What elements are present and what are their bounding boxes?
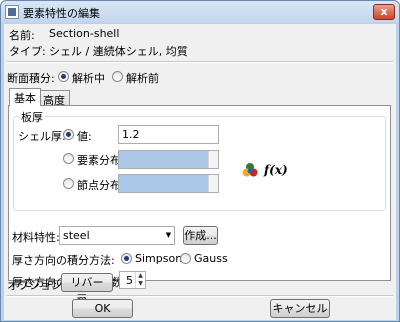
element-distribution-radio[interactable] bbox=[63, 153, 74, 164]
material-label: 材料特性: bbox=[12, 231, 60, 244]
chevron-down-icon[interactable]: ▼ bbox=[163, 227, 174, 244]
integration-rule-label: 厚さ方向の積分方法: bbox=[12, 254, 115, 267]
dialog-body: 名前: Section-shell タイプ: シェル / 連続体シェル, 均質 … bbox=[4, 24, 396, 320]
type-value: シェル / 連続体シェル, 均質 bbox=[49, 45, 188, 58]
element-distribution-field bbox=[118, 150, 219, 169]
gauss-label[interactable]: Gauss bbox=[194, 252, 228, 265]
tab-advanced[interactable]: 高度 bbox=[38, 90, 70, 107]
thickness-group-title: 板厚 bbox=[19, 109, 45, 125]
simpson-radio[interactable] bbox=[121, 253, 132, 264]
name-value: Section-shell bbox=[49, 27, 120, 40]
create-material-button[interactable]: 作成... bbox=[183, 226, 218, 245]
shell-thickness-label: シェル厚: bbox=[18, 130, 66, 143]
footer-separator bbox=[7, 295, 393, 297]
integration-label: 断面積分: bbox=[7, 72, 55, 85]
node-distribution-field bbox=[118, 174, 219, 193]
thickness-value-radio[interactable] bbox=[63, 129, 74, 140]
integration-before-label[interactable]: 解析前 bbox=[126, 70, 159, 86]
rebar-layers-button[interactable]: リバー層... bbox=[61, 273, 113, 306]
options-label: オプション: bbox=[7, 279, 66, 292]
title-bar[interactable]: 要素特性の編集 x bbox=[1, 1, 399, 23]
integration-during-label[interactable]: 解析中 bbox=[72, 70, 105, 86]
gauss-radio[interactable] bbox=[180, 253, 191, 264]
color-balls-icon[interactable] bbox=[242, 162, 258, 178]
spinner-arrows-icon[interactable]: ▲ ▼ bbox=[135, 272, 145, 288]
material-combo[interactable]: steel ▼ bbox=[59, 226, 175, 245]
thickness-value-field[interactable]: 1.2 bbox=[118, 125, 219, 144]
separator bbox=[7, 61, 393, 63]
integration-points-spinner[interactable]: 5 ▲ ▼ bbox=[119, 271, 146, 289]
node-distribution-radio[interactable] bbox=[63, 178, 74, 189]
type-label: タイプ: bbox=[9, 45, 46, 58]
ok-button[interactable]: OK bbox=[72, 299, 133, 318]
tab-basic[interactable]: 基本 bbox=[9, 88, 41, 106]
simpson-label[interactable]: Simpson bbox=[135, 252, 182, 265]
integration-before-radio[interactable] bbox=[112, 71, 123, 82]
tab-panel-basic: 板厚 シェル厚: 値: 1.2 要素分布: 節点分布: f(x) 材料特性: s… bbox=[8, 105, 391, 289]
app-icon bbox=[5, 5, 19, 19]
cancel-button[interactable]: キャンセル bbox=[270, 299, 330, 318]
name-label: 名前: bbox=[9, 29, 35, 42]
window-title: 要素特性の編集 bbox=[23, 7, 100, 20]
dialog-window: 要素特性の編集 x 名前: Section-shell タイプ: シェル / 連… bbox=[0, 0, 400, 322]
thickness-value-label[interactable]: 値: bbox=[77, 128, 92, 144]
function-fx-icon[interactable]: f(x) bbox=[264, 163, 288, 177]
integration-during-radio[interactable] bbox=[58, 71, 69, 82]
close-button[interactable]: x bbox=[373, 4, 395, 20]
